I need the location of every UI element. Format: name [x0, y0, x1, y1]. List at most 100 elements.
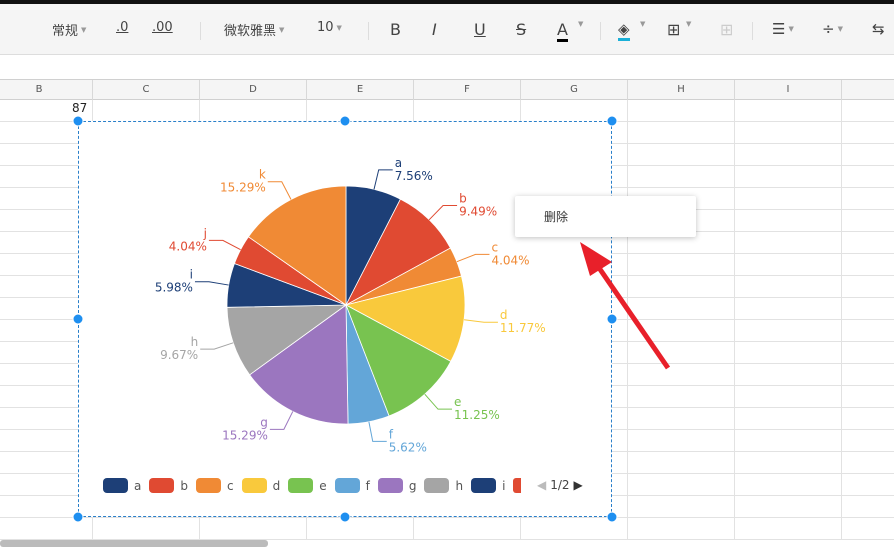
- slice-percent-label: 4.04%: [491, 253, 529, 267]
- slice-percent-label: 4.04%: [169, 239, 207, 253]
- pie-svg: a7.56%b9.49%c4.04%d11.77%e11.25%f5.62%g1…: [155, 156, 546, 455]
- number-format-dropdown[interactable]: 常规 ▼: [52, 20, 86, 39]
- legend: a b c d e f g h i: [103, 478, 522, 493]
- delete-menu-item[interactable]: 删除: [544, 208, 568, 225]
- slice-category-label: i: [190, 268, 193, 282]
- legend-label: g: [408, 478, 417, 493]
- leader-line: [428, 205, 458, 221]
- legend-item-g[interactable]: g: [377, 478, 417, 493]
- legend-swatch: [103, 478, 128, 493]
- column-header-C[interactable]: C: [93, 80, 200, 100]
- legend-swatch: [471, 478, 497, 493]
- resize-handle[interactable]: [606, 313, 618, 325]
- legend-swatch: [377, 478, 403, 493]
- column-header-D[interactable]: D: [200, 80, 307, 100]
- slice-category-label: f: [389, 427, 394, 441]
- column-header-G[interactable]: G: [521, 80, 628, 100]
- font-size-dropdown[interactable]: 10 ▼: [317, 20, 342, 35]
- legend-item-e[interactable]: e: [288, 478, 327, 493]
- increase-decimal-button[interactable]: .00: [152, 20, 173, 35]
- legend-label: f: [365, 478, 370, 493]
- leader-line: [373, 169, 393, 190]
- legend-item-b[interactable]: b: [149, 478, 188, 493]
- font-label: 微软雅黑: [224, 24, 277, 39]
- resize-handle[interactable]: [339, 115, 351, 127]
- legend-item-d[interactable]: d: [241, 478, 281, 493]
- wrap-text-icon[interactable]: ⇆: [872, 20, 885, 38]
- resize-handle[interactable]: [339, 511, 351, 523]
- slice-category-label: g: [260, 415, 268, 429]
- legend-item-f[interactable]: f: [334, 478, 370, 493]
- leader-line: [368, 421, 387, 442]
- leader-line: [194, 281, 229, 286]
- resize-handle[interactable]: [606, 115, 618, 127]
- legend-label: e: [319, 478, 327, 493]
- legend-label: d: [272, 478, 281, 493]
- slice-percent-label: 11.77%: [500, 321, 546, 335]
- legend-pager: ◀ 1/2 ▶: [537, 478, 583, 492]
- legend-swatch: [334, 478, 360, 493]
- fill-color-icon[interactable]: ◈: [618, 20, 630, 41]
- legend-item-a[interactable]: a: [103, 478, 141, 493]
- font-color-label: A: [557, 20, 568, 39]
- legend-label: b: [180, 478, 188, 493]
- slice-percent-label: 11.25%: [454, 408, 500, 422]
- cell-value[interactable]: 87: [72, 101, 87, 115]
- font-color-button[interactable]: A: [557, 20, 568, 42]
- borders-icon[interactable]: ⊞: [667, 20, 680, 39]
- column-header-H[interactable]: H: [628, 80, 735, 100]
- vertical-align-icon[interactable]: ÷ ▼: [822, 20, 843, 38]
- legend-label: c: [226, 478, 234, 493]
- next-page-icon[interactable]: ▶: [574, 478, 583, 492]
- legend-label: h: [455, 478, 464, 493]
- resize-handle[interactable]: [72, 115, 84, 127]
- column-header-B[interactable]: B: [0, 80, 93, 100]
- slice-percent-label: 15.29%: [222, 428, 268, 442]
- prev-page-icon[interactable]: ◀: [537, 478, 546, 492]
- legend-swatch: [241, 478, 267, 493]
- slice-category-label: e: [454, 395, 461, 409]
- slice-percent-label: 5.98%: [155, 281, 193, 295]
- legend-item-i[interactable]: i: [471, 478, 505, 493]
- column-header-F[interactable]: F: [414, 80, 521, 100]
- horizontal-scrollbar[interactable]: [0, 540, 268, 547]
- leader-line: [200, 342, 234, 350]
- formula-bar[interactable]: [0, 55, 894, 80]
- resize-handle[interactable]: [72, 511, 84, 523]
- slice-category-label: k: [259, 168, 266, 182]
- number-format-label: 常规: [52, 24, 79, 39]
- leader-line: [456, 253, 490, 263]
- slice-category-label: b: [459, 192, 467, 206]
- decrease-decimal-button[interactable]: .0: [116, 20, 128, 35]
- legend-swatch: [195, 478, 221, 493]
- resize-handle[interactable]: [606, 511, 618, 523]
- legend-swatch: [149, 478, 175, 493]
- align-icon[interactable]: ☰ ▼: [772, 20, 794, 38]
- page-indicator: 1/2: [550, 478, 570, 492]
- font-dropdown[interactable]: 微软雅黑 ▼: [224, 20, 284, 39]
- leader-line: [269, 411, 294, 430]
- strikethrough-button[interactable]: S: [516, 20, 526, 39]
- resize-handle[interactable]: [72, 313, 84, 325]
- slice-percent-label: 7.56%: [395, 169, 433, 183]
- merge-cells-icon[interactable]: ⊞: [720, 20, 733, 39]
- slice-percent-label: 9.67%: [160, 348, 198, 362]
- legend-item-c[interactable]: c: [195, 478, 234, 493]
- slice-category-label: h: [191, 335, 199, 349]
- column-header-E[interactable]: E: [307, 80, 414, 100]
- pie-chart[interactable]: a 7.56% b 9.49% c 4.04% d 11.77% e 11.25% f 5.62% g 1…: [78, 121, 612, 517]
- slice-category-label: c: [491, 240, 498, 254]
- legend-item-h[interactable]: h: [424, 478, 463, 493]
- underline-button[interactable]: U: [474, 20, 486, 39]
- slice-category-label: d: [500, 308, 508, 322]
- legend-swatch: [424, 478, 450, 493]
- context-menu: 删除: [515, 196, 696, 237]
- slice-percent-label: 9.49%: [459, 205, 497, 219]
- font-size-label: 10: [317, 20, 334, 35]
- column-header-I[interactable]: I: [735, 80, 842, 100]
- leader-line: [424, 393, 453, 410]
- bold-button[interactable]: B: [390, 20, 401, 39]
- leader-line: [267, 181, 292, 200]
- legend-label: a: [134, 478, 142, 493]
- italic-button[interactable]: I: [432, 20, 437, 39]
